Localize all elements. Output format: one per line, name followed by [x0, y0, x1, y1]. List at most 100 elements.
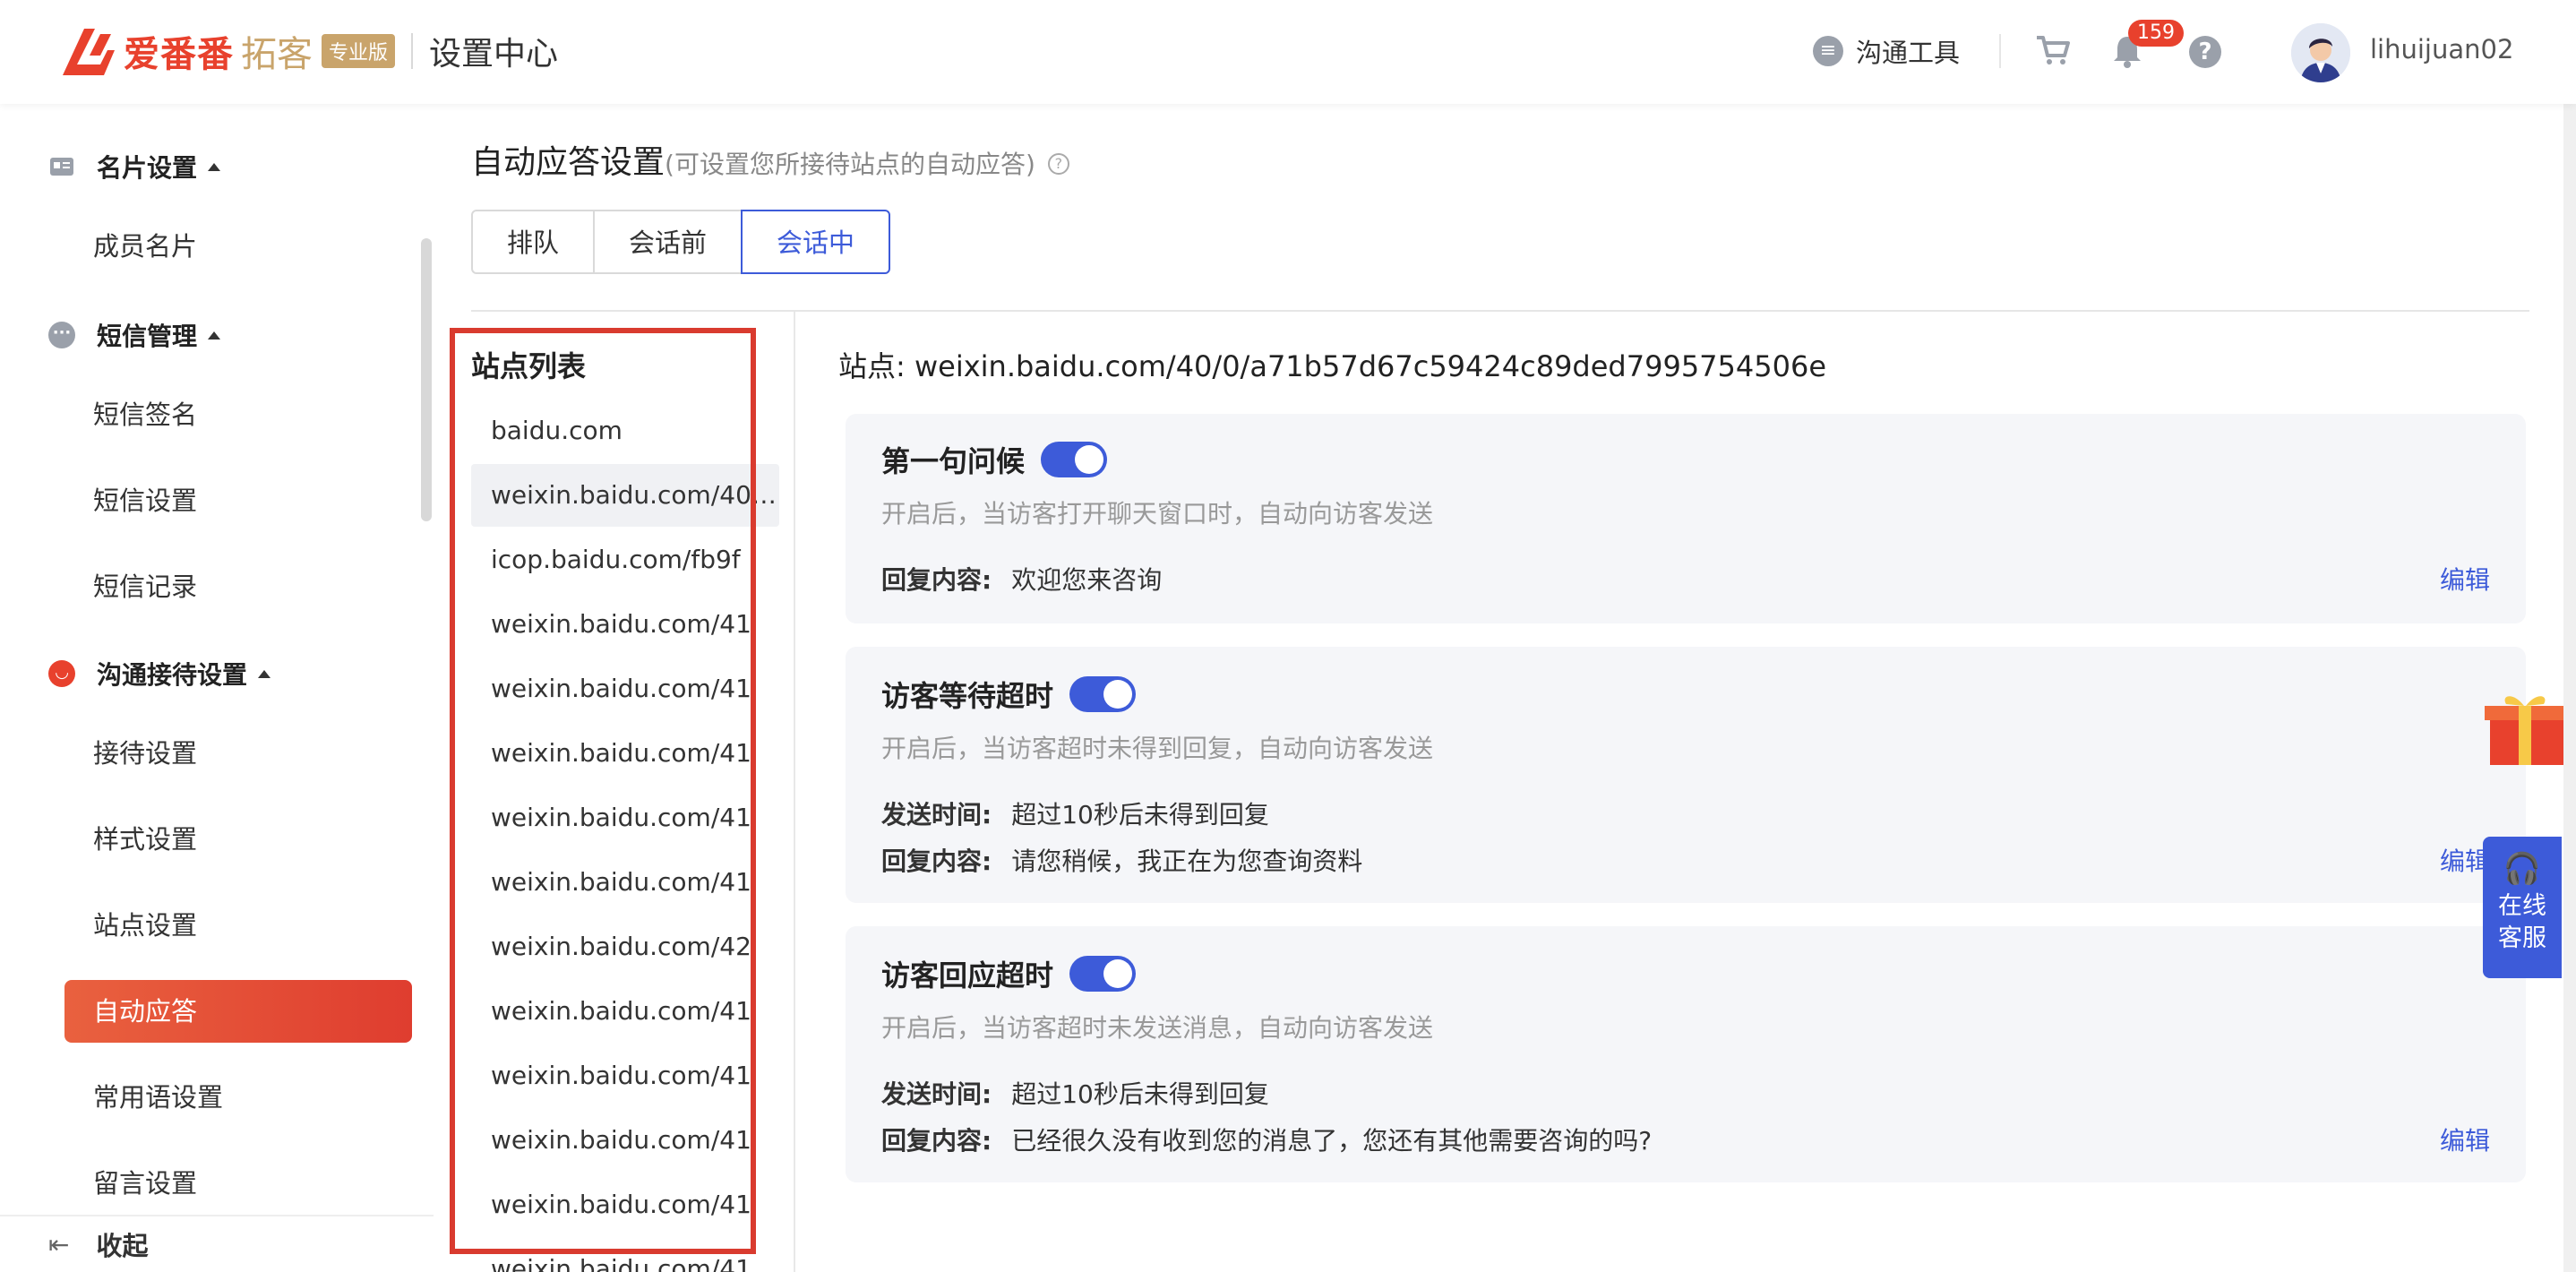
cart-icon[interactable] — [2035, 32, 2071, 68]
site-list-item[interactable]: weixin.baidu.com/41 — [471, 1044, 779, 1107]
page-title-hint: (可设置您所接待站点的自动应答) — [665, 150, 1035, 179]
reply-text: 欢迎您来咨询 — [1011, 565, 1163, 595]
tab-before-session[interactable]: 会话前 — [593, 210, 743, 274]
page-section-title: 设置中心 — [429, 36, 559, 73]
edit-button[interactable]: 编辑 — [2440, 1122, 2490, 1157]
reply-text: 请您稍候，我正在为您查询资料 — [1011, 847, 1363, 876]
page-title-text: 自动应答设置 — [471, 144, 665, 181]
site-list-item[interactable]: weixin.baidu.com/41 — [471, 722, 779, 785]
sidebar-group-business-card[interactable]: 名片设置 — [48, 149, 221, 185]
send-time-row: 发送时间: 超过10秒后未得到回复 — [881, 1075, 1269, 1111]
gift-icon[interactable] — [2483, 690, 2563, 765]
sidebar-item-message-settings[interactable]: 留言设置 — [64, 1152, 412, 1215]
reply-label: 回复内容: — [881, 847, 992, 876]
notification-count-badge: 159 — [2128, 20, 2184, 47]
card-description: 开启后，当访客打开聊天窗口时，自动向访客发送 — [881, 499, 1434, 529]
collapse-label: 收起 — [96, 1231, 149, 1261]
smile-icon: ◡ — [48, 660, 75, 687]
sidebar-group-label: 名片设置 — [97, 153, 198, 183]
send-time-text: 超过10秒后未得到回复 — [1011, 800, 1269, 829]
sidebar-item-common-phrases[interactable]: 常用语设置 — [64, 1066, 412, 1129]
headset-icon: 🎧 — [2503, 851, 2542, 887]
response-timeout-toggle[interactable] — [1069, 956, 1137, 992]
sidebar-scrollbar[interactable] — [421, 238, 432, 521]
brand-name: 爱番番 — [124, 34, 234, 75]
logo-divider — [411, 33, 414, 69]
sidebar-group-label: 短信管理 — [97, 322, 198, 351]
edit-button[interactable]: 编辑 — [2440, 561, 2490, 597]
site-list-item[interactable]: weixin.baidu.com/41 — [471, 1238, 779, 1272]
card-title-text: 第一句问候 — [881, 444, 1026, 478]
top-header: 爱番番 拓客 专业版 设置中心 ≡ 沟通工具 159 ? lihuijuan02 — [0, 0, 2576, 104]
user-avatar-icon — [2291, 23, 2350, 82]
card-title: 访客等待超时 — [881, 674, 1137, 715]
site-list-item[interactable]: weixin.baidu.com/41 — [471, 980, 779, 1043]
card-description: 开启后，当访客超时未发送消息，自动向访客发送 — [881, 1013, 1434, 1043]
sidebar-item-auto-reply[interactable]: 自动应答 — [64, 980, 412, 1043]
page-scrollbar[interactable] — [2563, 104, 2576, 1272]
reply-content-row: 回复内容: 欢迎您来咨询 — [881, 561, 1162, 597]
communication-tool-label: 沟通工具 — [1856, 38, 1961, 68]
online-service-button[interactable]: 🎧 在线客服 — [2483, 837, 2562, 978]
question-circle-icon[interactable]: ? — [1047, 153, 1069, 175]
site-list-item-selected[interactable]: weixin.baidu.com/40/0/a71b57d67c59424c89… — [471, 464, 779, 527]
card-title: 访客回应超时 — [881, 953, 1137, 994]
send-time-label: 发送时间: — [881, 800, 992, 829]
card-description: 开启后，当访客超时未得到回复，自动向访客发送 — [881, 734, 1434, 763]
product-name: 拓客 — [241, 34, 313, 75]
help-icon[interactable]: ? — [2189, 36, 2221, 68]
caret-up-icon — [258, 669, 271, 678]
sidebar-group-sms[interactable]: ··· 短信管理 — [48, 317, 221, 353]
reply-label: 回复内容: — [881, 565, 992, 595]
sidebar-item-style-settings[interactable]: 样式设置 — [64, 808, 412, 871]
collapse-sidebar-button[interactable]: ⇤ 收起 — [0, 1215, 434, 1272]
caret-up-icon — [208, 331, 221, 339]
card-title-text: 访客等待超时 — [881, 679, 1054, 713]
sidebar-item-site-settings[interactable]: 站点设置 — [64, 894, 412, 957]
sidebar-item-sms-records[interactable]: 短信记录 — [64, 555, 412, 618]
sidebar-item-member-card[interactable]: 成员名片 — [64, 215, 412, 278]
site-list-divider — [794, 312, 795, 1272]
selected-site-label: 站点: weixin.baidu.com/40/0/a71b57d67c5942… — [838, 349, 1827, 383]
sidebar-group-reception[interactable]: ◡ 沟通接待设置 — [48, 656, 271, 692]
online-service-label: 在线客服 — [2498, 892, 2546, 952]
brand-logo[interactable]: 爱番番 拓客 专业版 设置中心 — [59, 23, 558, 79]
site-list-item[interactable]: weixin.baidu.com/41 — [471, 1173, 779, 1236]
tabs-divider — [471, 310, 2529, 312]
site-list-item[interactable]: weixin.baidu.com/41 — [471, 593, 779, 656]
collapse-menu-icon: ⇤ — [48, 1229, 70, 1259]
card-title: 第一句问候 — [881, 439, 1108, 480]
site-list-item[interactable]: icop.baidu.com/fb9f — [471, 529, 779, 591]
communication-tool-button[interactable]: ≡ 沟通工具 — [1813, 32, 1960, 70]
site-list-item[interactable]: weixin.baidu.com/41 — [471, 786, 779, 849]
brand-mark-icon — [63, 29, 115, 75]
avatar[interactable] — [2291, 23, 2350, 82]
wait-timeout-toggle[interactable] — [1069, 676, 1137, 712]
tab-in-session[interactable]: 会话中 — [741, 210, 891, 274]
card-title-text: 访客回应超时 — [881, 958, 1054, 993]
username[interactable]: lihuijuan02 — [2370, 34, 2513, 64]
reply-text: 已经很久没有收到您的消息了，您还有其他需要咨询的吗? — [1011, 1126, 1653, 1156]
sidebar-item-sms-settings[interactable]: 短信设置 — [64, 469, 412, 532]
site-list-item[interactable]: weixin.baidu.com/41 — [471, 851, 779, 914]
edition-badge: 专业版 — [322, 34, 396, 68]
greeting-toggle[interactable] — [1041, 442, 1108, 477]
site-list-item[interactable]: weixin.baidu.com/42 — [471, 915, 779, 978]
sidebar-item-sms-signature[interactable]: 短信签名 — [64, 383, 412, 446]
reply-label: 回复内容: — [881, 1126, 992, 1156]
site-list-item[interactable]: weixin.baidu.com/41 — [471, 657, 779, 720]
page-title: 自动应答设置(可设置您所接待站点的自动应答)? — [471, 136, 1069, 183]
tab-queue[interactable]: 排队 — [471, 210, 596, 274]
send-time-row: 发送时间: 超过10秒后未得到回复 — [881, 795, 1269, 831]
sidebar-item-reception-settings[interactable]: 接待设置 — [64, 722, 412, 785]
reply-content-row: 回复内容: 已经很久没有收到您的消息了，您还有其他需要咨询的吗? — [881, 1122, 1652, 1157]
id-card-icon — [50, 158, 73, 176]
sms-icon: ··· — [48, 322, 75, 348]
tab-bar: 排队 会话前 会话中 — [471, 210, 891, 274]
auto-reply-card-greeting: 第一句问候 开启后，当访客打开聊天窗口时，自动向访客发送 回复内容: 欢迎您来咨询… — [846, 414, 2526, 623]
caret-up-icon — [208, 162, 221, 171]
site-list-item[interactable]: baidu.com — [471, 400, 779, 462]
site-list-title: 站点列表 — [471, 349, 587, 383]
site-list-item[interactable]: weixin.baidu.com/41 — [471, 1109, 779, 1172]
header-divider — [1999, 34, 2001, 68]
